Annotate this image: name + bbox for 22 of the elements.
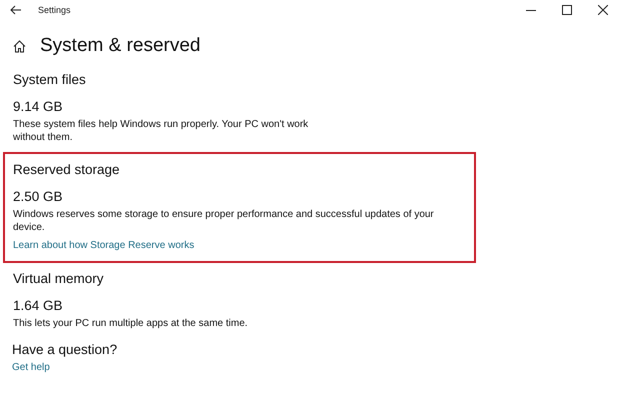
section-description: Windows reserves some storage to ensure proper performance and successful updates of your device. bbox=[13, 208, 435, 234]
section-heading: Reserved storage bbox=[13, 162, 121, 177]
close-icon bbox=[598, 5, 608, 15]
size-value: 2.50 GB bbox=[13, 189, 64, 204]
section-heading: System files bbox=[13, 72, 87, 87]
home-icon bbox=[12, 40, 26, 52]
get-help-link[interactable]: Get help bbox=[12, 362, 50, 373]
help-heading: Have a question? bbox=[12, 342, 118, 357]
section-description: These system files help Windows run properly. Your PC won't work without them. bbox=[13, 118, 310, 144]
window-title: Settings bbox=[38, 5, 72, 15]
section-heading: Virtual memory bbox=[13, 271, 105, 286]
size-value: 1.64 GB bbox=[13, 298, 64, 313]
size-value: 9.14 GB bbox=[13, 99, 64, 114]
back-arrow-icon bbox=[10, 5, 20, 15]
section-description: This lets your PC run multiple apps at the same time. bbox=[13, 317, 249, 330]
page-title: System & reserved bbox=[40, 35, 200, 57]
close-button[interactable] bbox=[596, 3, 610, 17]
back-button[interactable] bbox=[8, 3, 22, 17]
home-button[interactable] bbox=[12, 39, 26, 53]
maximize-icon bbox=[562, 5, 572, 15]
learn-more-link[interactable]: Learn about how Storage Reserve works bbox=[13, 240, 194, 251]
maximize-button[interactable] bbox=[560, 3, 574, 17]
